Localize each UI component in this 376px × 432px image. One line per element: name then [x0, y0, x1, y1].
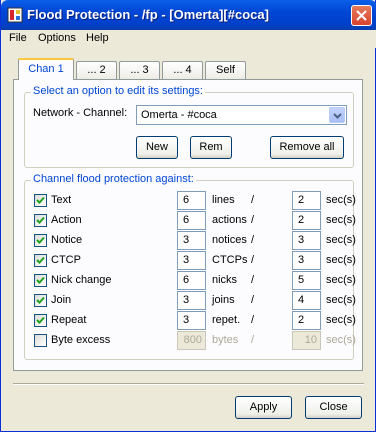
checkbox-label[interactable]: Join	[51, 294, 71, 306]
menu-help[interactable]: Help	[86, 32, 109, 44]
checkbox-notice[interactable]	[34, 234, 47, 247]
footer-separator	[13, 383, 364, 385]
seconds-unit-label: sec(s)	[326, 314, 356, 326]
slash-separator: /	[251, 194, 255, 206]
seconds-input[interactable]: 2	[292, 211, 321, 230]
checkbox-label[interactable]: Byte excess	[51, 334, 110, 346]
count-unit-label: actions	[212, 214, 247, 226]
checkbox-byte-excess[interactable]	[34, 334, 47, 347]
checkbox-label[interactable]: Nick change	[51, 274, 112, 286]
count-unit-label: nicks	[212, 274, 238, 286]
dropdown-button[interactable]	[329, 107, 345, 123]
count-unit-label: joins	[212, 294, 235, 306]
checkmark-icon	[36, 296, 45, 304]
count-unit-label: bytes	[212, 334, 239, 346]
checkmark-icon	[36, 276, 45, 284]
network-channel-value: Omerta - #coca	[141, 109, 217, 121]
checkbox-label[interactable]: Notice	[51, 234, 82, 246]
checkbox-repeat[interactable]	[34, 314, 47, 327]
checkbox-label[interactable]: CTCP	[51, 254, 81, 266]
tab-panel: Select an option to edit its settings: N…	[13, 79, 363, 371]
slash-separator: /	[251, 234, 255, 246]
checkmark-icon	[36, 216, 45, 224]
window-title: Flood Protection - /fp - [Omerta][#coca]	[27, 7, 269, 22]
menu-bar: File Options Help	[1, 30, 376, 48]
slash-separator: /	[251, 254, 255, 266]
menu-options[interactable]: Options	[38, 32, 76, 44]
count-unit-label: notices	[212, 234, 247, 246]
menu-file[interactable]: File	[9, 32, 27, 44]
mirc-app-icon	[7, 7, 23, 23]
flood-protection-group-label: Channel flood protection against:	[31, 173, 196, 185]
seconds-input[interactable]: 3	[292, 231, 321, 250]
seconds-unit-label: sec(s)	[326, 254, 356, 266]
count-input[interactable]: 3	[177, 311, 206, 330]
slash-separator: /	[251, 334, 255, 346]
checkmark-icon	[36, 316, 45, 324]
network-channel-label: Network - Channel:	[33, 107, 128, 119]
window-close-button[interactable]	[351, 5, 372, 26]
checkmark-icon	[36, 256, 45, 264]
title-bar[interactable]: Flood Protection - /fp - [Omerta][#coca]	[1, 0, 376, 30]
checkbox-ctcp[interactable]	[34, 254, 47, 267]
seconds-input[interactable]: 2	[292, 311, 321, 330]
checkbox-join[interactable]	[34, 294, 47, 307]
chevron-down-icon	[333, 113, 342, 119]
seconds-input[interactable]: 2	[292, 191, 321, 210]
slash-separator: /	[251, 294, 255, 306]
count-input[interactable]: 3	[177, 231, 206, 250]
flood-protection-window: Flood Protection - /fp - [Omerta][#coca]…	[0, 0, 376, 432]
close-button[interactable]: Close	[305, 396, 362, 419]
count-input[interactable]: 6	[177, 191, 206, 210]
seconds-unit-label: sec(s)	[326, 274, 356, 286]
checkmark-icon	[36, 236, 45, 244]
network-channel-select[interactable]: Omerta - #coca	[136, 105, 347, 125]
seconds-input[interactable]: 3	[292, 251, 321, 270]
seconds-unit-label: sec(s)	[326, 234, 356, 246]
new-button[interactable]: New	[136, 136, 178, 159]
tab-chan-2[interactable]: ... 2	[76, 61, 117, 80]
seconds-unit-label: sec(s)	[326, 294, 356, 306]
checkbox-text[interactable]	[34, 194, 47, 207]
tab-chan-3[interactable]: ... 3	[119, 61, 160, 80]
count-input: 800	[177, 331, 206, 350]
count-unit-label: repet.	[212, 314, 241, 326]
count-unit-label: lines	[212, 194, 235, 206]
close-icon	[356, 10, 367, 21]
flood-protection-group: Channel flood protection against: Text 6 l…	[24, 173, 356, 360]
seconds-input: 10	[292, 331, 321, 350]
checkmark-icon	[36, 196, 45, 204]
apply-button[interactable]: Apply	[235, 396, 292, 419]
checkbox-nick-change[interactable]	[34, 274, 47, 287]
count-unit-label: CTCPs	[212, 254, 248, 266]
tab-self[interactable]: Self	[205, 61, 246, 80]
seconds-unit-label: sec(s)	[326, 194, 356, 206]
tab-chan-1[interactable]: Chan 1	[18, 58, 74, 80]
select-option-group-label: Select an option to edit its settings:	[31, 85, 205, 97]
seconds-input[interactable]: 5	[292, 271, 321, 290]
select-option-group: Select an option to edit its settings: N…	[24, 85, 354, 168]
remove-all-button[interactable]: Remove all	[270, 136, 344, 159]
seconds-unit-label: sec(s)	[326, 334, 356, 346]
count-input[interactable]: 3	[177, 251, 206, 270]
slash-separator: /	[251, 274, 255, 286]
count-input[interactable]: 6	[177, 211, 206, 230]
slash-separator: /	[251, 314, 255, 326]
slash-separator: /	[251, 214, 255, 226]
tab-chan-4[interactable]: ... 4	[162, 61, 203, 80]
checkbox-label[interactable]: Action	[51, 214, 82, 226]
count-input[interactable]: 3	[177, 291, 206, 310]
checkbox-action[interactable]	[34, 214, 47, 227]
checkbox-label[interactable]: Repeat	[51, 314, 86, 326]
seconds-unit-label: sec(s)	[326, 214, 356, 226]
checkbox-label[interactable]: Text	[51, 194, 71, 206]
rem-button[interactable]: Rem	[190, 136, 232, 159]
seconds-input[interactable]: 4	[292, 291, 321, 310]
count-input[interactable]: 6	[177, 271, 206, 290]
